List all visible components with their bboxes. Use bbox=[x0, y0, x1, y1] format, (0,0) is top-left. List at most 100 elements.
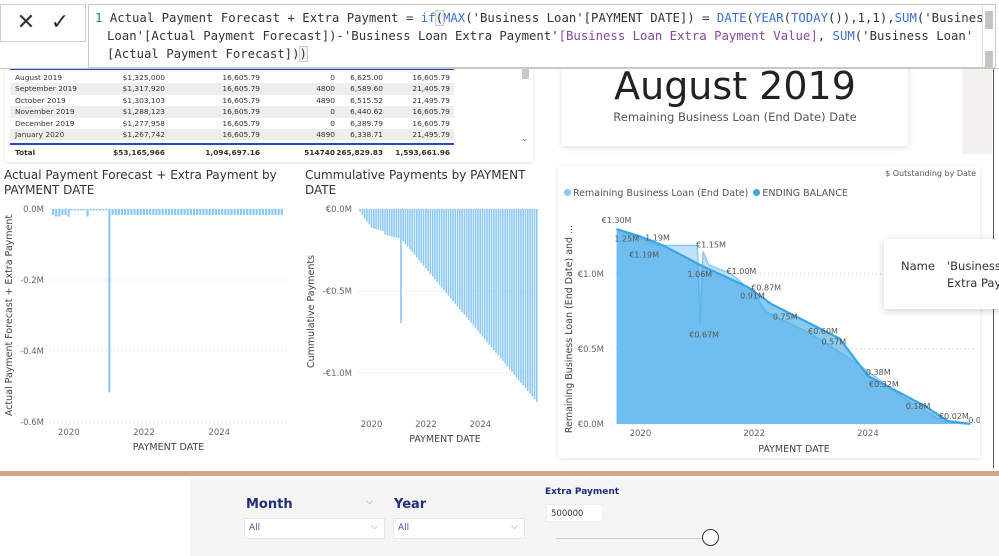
table-cell: November 2019 bbox=[15, 107, 75, 117]
bar bbox=[488, 209, 491, 345]
data-label: €0.60M bbox=[808, 327, 838, 336]
bar bbox=[477, 209, 479, 332]
bar bbox=[422, 209, 425, 266]
bar bbox=[425, 209, 427, 269]
x-tick-label: 2022 bbox=[133, 428, 155, 438]
bar bbox=[472, 209, 475, 326]
table-cell: 6,440.62 bbox=[350, 107, 383, 117]
line-number: 1 bbox=[95, 11, 103, 25]
bar bbox=[531, 209, 534, 397]
bar bbox=[479, 209, 481, 334]
bar bbox=[443, 209, 445, 291]
bar bbox=[224, 209, 227, 215]
table-scrollbar-thumb[interactable] bbox=[522, 68, 529, 79]
bar bbox=[51, 209, 55, 215]
data-label: €0.32M bbox=[869, 380, 899, 389]
chart-plot: 0.0M -0.2M -0.4M -0.6M 2020 2022 2024PAYMENT D… bbox=[4, 205, 287, 453]
bar bbox=[89, 209, 92, 211]
extra-payment-slider-track[interactable] bbox=[556, 538, 710, 539]
close-icon[interactable]: ✕ bbox=[11, 9, 41, 37]
formula-scrollbar[interactable] bbox=[982, 5, 995, 67]
table-row[interactable]: January 2020 $1,267,742 16,605.79 4890 6,338… bbox=[10, 129, 454, 141]
bar bbox=[395, 209, 398, 238]
bar bbox=[384, 209, 386, 235]
bar bbox=[186, 209, 189, 215]
x-tick-label: 2024 bbox=[857, 429, 879, 439]
data-label: €0.02M bbox=[939, 412, 969, 421]
bar bbox=[130, 209, 133, 215]
chevron-down-icon[interactable]: ⌵ bbox=[366, 497, 373, 507]
bar bbox=[174, 209, 177, 215]
formula-editor[interactable]: 1 Actual Payment Forecast + Extra Paymen… bbox=[88, 4, 996, 68]
bar bbox=[189, 209, 192, 215]
bar bbox=[102, 209, 105, 211]
bar bbox=[76, 209, 80, 211]
side-panel bbox=[962, 68, 992, 154]
scrollbar-thumb[interactable] bbox=[985, 11, 993, 29]
x-tick-label: 2022 bbox=[415, 420, 437, 430]
bar bbox=[221, 209, 224, 215]
bar bbox=[98, 209, 102, 211]
data-label: 0.57M bbox=[821, 338, 846, 347]
table-row[interactable]: November 2019 $1,288,123 16,605.79 0 6,440.6… bbox=[10, 106, 454, 118]
bar bbox=[420, 209, 423, 263]
formula-token: [Actual Payment Forecast]) bbox=[107, 47, 300, 61]
formula-token: ()),1,1), bbox=[828, 11, 895, 25]
slicer-title-year: Year bbox=[394, 497, 427, 512]
card-value: August 2019 bbox=[614, 64, 856, 108]
table-total-row: Total $53,165,966 1,094,697.16 514740 26… bbox=[10, 147, 454, 158]
chevron-down-icon[interactable]: ⌄ bbox=[521, 134, 529, 144]
y-tick-label: -0.6M bbox=[20, 418, 44, 428]
formula-token: ) bbox=[298, 46, 308, 62]
bar bbox=[205, 209, 208, 215]
y-tick-label: -0.4M bbox=[20, 347, 44, 357]
bar bbox=[192, 209, 196, 215]
formula-text: Actual Payment Forecast + Extra Payment … bbox=[110, 10, 991, 26]
scrollbar-thumb[interactable] bbox=[985, 51, 993, 67]
bar bbox=[80, 209, 83, 211]
table-row[interactable]: September 2019 $1,317,920 16,605.79 4800 6,5… bbox=[10, 83, 454, 95]
bar bbox=[274, 209, 277, 215]
formula-token: ('Business bbox=[916, 11, 991, 25]
formula-text: [Actual Payment Forecast])) bbox=[107, 46, 308, 62]
bar bbox=[504, 209, 506, 364]
table-cell: 16,605.79 bbox=[222, 95, 260, 105]
table-row[interactable]: December 2019 $1,277,958 16,605.79 0 6,389.7… bbox=[10, 118, 454, 129]
extra-payment-slider-handle[interactable] bbox=[702, 529, 719, 546]
bar bbox=[199, 209, 202, 215]
table-cell: January 2020 bbox=[15, 130, 65, 139]
bar bbox=[196, 209, 199, 215]
x-tick-label: 2020 bbox=[58, 428, 80, 438]
formula-bar: ✕ ✓ 1 Actual Payment Forecast + Extra Pa… bbox=[0, 0, 999, 69]
table-divider bbox=[10, 143, 454, 145]
table-cell: September 2019 bbox=[15, 84, 78, 94]
bar bbox=[95, 209, 98, 211]
bar bbox=[145, 209, 149, 215]
y-tick-label: €0.5M bbox=[578, 345, 604, 355]
x-axis-title: PAYMENT DATE bbox=[409, 434, 481, 445]
bar bbox=[493, 209, 495, 351]
bar bbox=[258, 209, 261, 215]
x-tick-label: 2022 bbox=[743, 429, 765, 439]
year-dropdown[interactable]: All ⌵ bbox=[393, 518, 525, 539]
table-cell: 6,515.52 bbox=[350, 95, 383, 105]
formula-actions: ✕ ✓ bbox=[0, 4, 86, 42]
checkmark-icon[interactable]: ✓ bbox=[45, 9, 75, 37]
card-visual: August 2019 Remaining Business Loan (End… bbox=[562, 58, 908, 146]
table-row[interactable]: August 2019 $1,325,000 16,605.79 0 6,625.00 1… bbox=[10, 72, 454, 83]
bar bbox=[529, 209, 531, 394]
bar bbox=[508, 209, 511, 370]
bar bbox=[180, 209, 183, 215]
table-row[interactable]: October 2019 $1,303,103 16,605.79 4890 6,515… bbox=[10, 95, 454, 106]
bar bbox=[123, 209, 127, 215]
extra-payment-input[interactable]: 500000 bbox=[546, 504, 603, 522]
month-dropdown[interactable]: All ⌵ bbox=[244, 518, 385, 539]
bar bbox=[413, 209, 416, 255]
table-cell: $1,303,103 bbox=[122, 95, 165, 105]
tooltip-value: Extra Pay bbox=[947, 276, 999, 290]
y-tick-label: €1.0M bbox=[578, 270, 604, 280]
table-cell: 0 bbox=[330, 118, 335, 128]
bar bbox=[164, 209, 167, 215]
data-label: 1.25M bbox=[614, 235, 639, 244]
bar bbox=[58, 209, 61, 217]
